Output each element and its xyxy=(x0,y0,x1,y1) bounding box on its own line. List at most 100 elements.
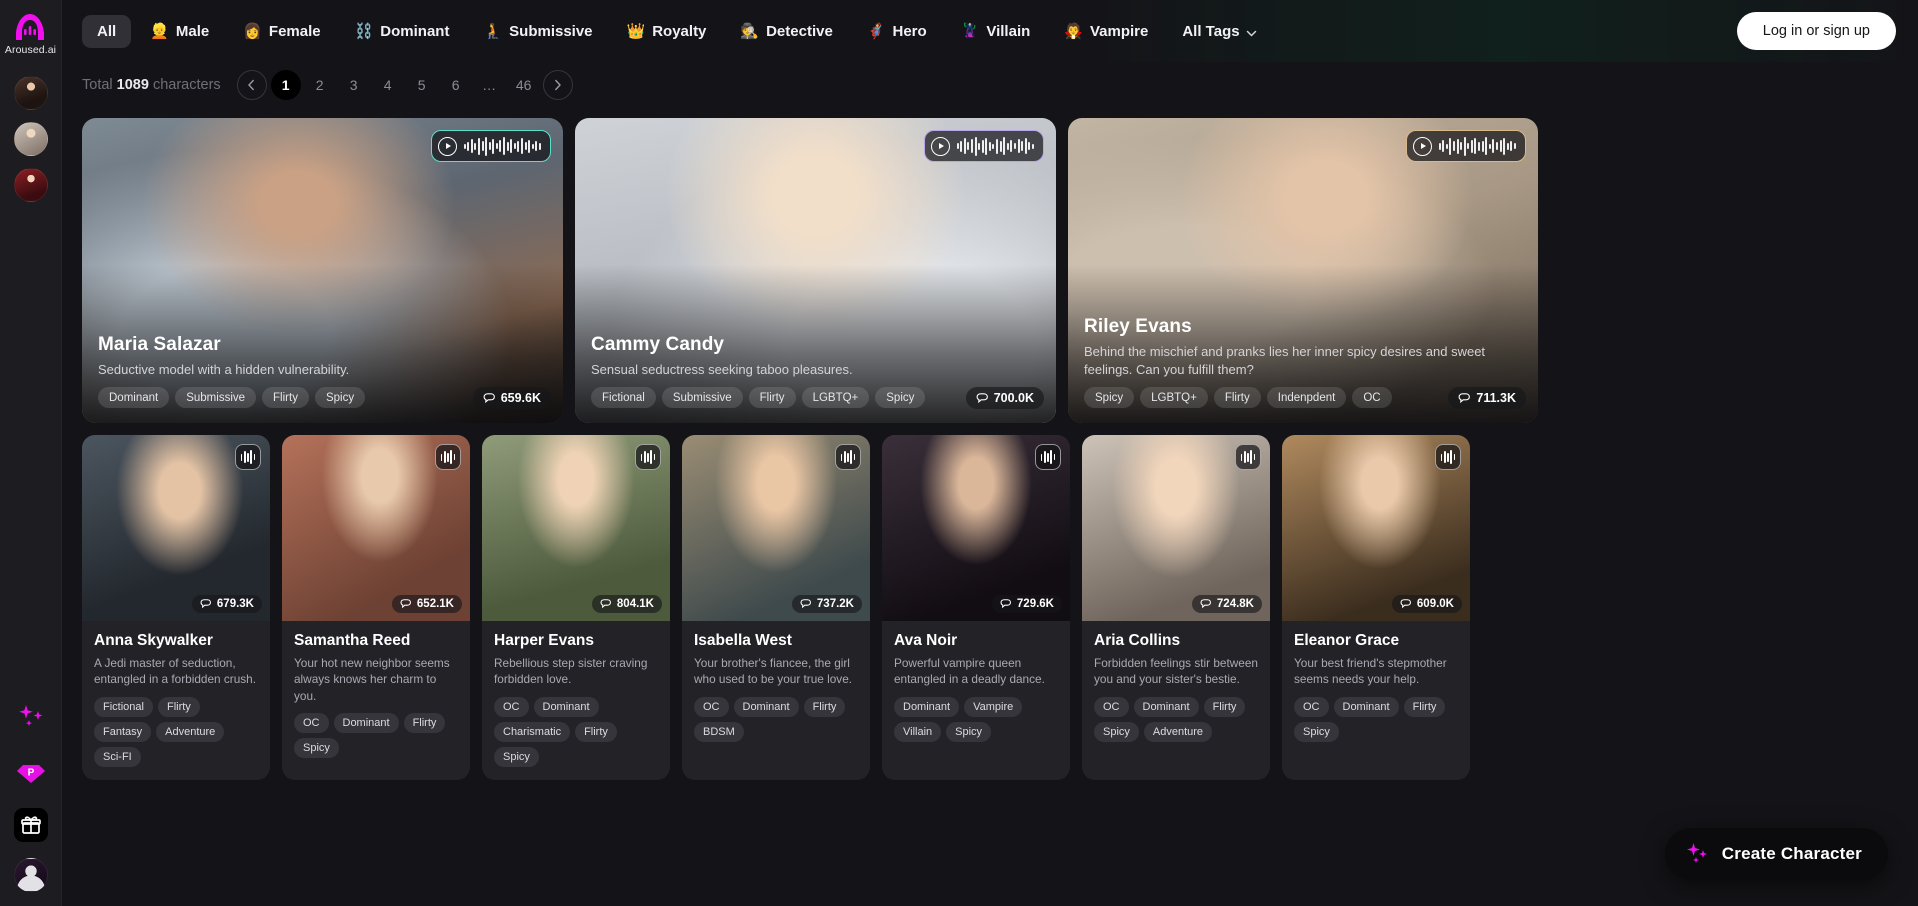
tag[interactable]: Flirty xyxy=(262,387,309,408)
tag[interactable]: Fictional xyxy=(94,696,153,717)
featured-card[interactable]: Riley Evans Behind the mischief and pran… xyxy=(1068,118,1538,423)
tag[interactable]: Spicy xyxy=(294,737,339,758)
tag[interactable]: Dominant xyxy=(98,387,170,408)
tag[interactable]: Spicy xyxy=(494,746,539,767)
tag[interactable]: OC xyxy=(694,696,729,717)
user-avatar-icon[interactable] xyxy=(13,858,48,892)
tag[interactable]: BDSM xyxy=(694,721,744,742)
page-1[interactable]: 1 xyxy=(270,70,301,100)
page-4[interactable]: 4 xyxy=(373,70,403,100)
character-card[interactable]: 737.2K Isabella West Your brother's fian… xyxy=(682,435,870,780)
tag[interactable]: Dominant xyxy=(533,696,599,717)
featured-card[interactable]: Cammy Candy Sensual seductress seeking t… xyxy=(575,118,1056,423)
tag[interactable]: OC xyxy=(1094,696,1129,717)
chevron-right-icon[interactable] xyxy=(542,70,573,100)
featured-card[interactable]: Maria Salazar Seductive model with a hid… xyxy=(82,118,563,423)
tag[interactable]: Flirty xyxy=(1213,387,1261,408)
page-5[interactable]: 5 xyxy=(407,70,437,100)
tag[interactable]: Fictional xyxy=(591,387,656,408)
audio-icon[interactable] xyxy=(1235,444,1261,470)
page-3[interactable]: 3 xyxy=(339,70,369,100)
tab-submissive[interactable]: 🧎 Submissive xyxy=(468,15,607,48)
tab-dominant[interactable]: ⛓️ Dominant xyxy=(340,15,465,48)
tag[interactable]: Flirty xyxy=(803,696,846,717)
tag[interactable]: Submissive xyxy=(661,387,743,408)
tab-royalty[interactable]: 👑 Royalty xyxy=(612,15,722,48)
create-character-button[interactable]: Create Character xyxy=(1664,828,1888,880)
tab-villain[interactable]: 🦹 Villain xyxy=(946,15,1046,48)
tag[interactable]: LGBTQ+ xyxy=(801,387,870,408)
tag[interactable]: OC xyxy=(494,696,529,717)
audio-player-widget[interactable] xyxy=(430,130,551,162)
audio-player-widget[interactable] xyxy=(1405,130,1526,162)
page-2[interactable]: 2 xyxy=(305,70,335,100)
character-card[interactable]: 729.6K Ava Noir Powerful vampire queen e… xyxy=(882,435,1070,780)
tag[interactable]: Charismatic xyxy=(494,721,571,742)
character-card[interactable]: 804.1K Harper Evans Rebellious step sist… xyxy=(482,435,670,780)
tag[interactable]: Vampire xyxy=(964,696,1023,717)
tag[interactable]: Flirty xyxy=(157,696,200,717)
sparkles-icon[interactable] xyxy=(11,696,51,736)
character-card[interactable]: 724.8K Aria Collins Forbidden feelings s… xyxy=(1082,435,1270,780)
rail-avatar-2[interactable] xyxy=(13,122,48,156)
tag[interactable]: Flirty xyxy=(1203,696,1246,717)
tab-all[interactable]: All xyxy=(82,14,132,48)
page-46[interactable]: 46 xyxy=(509,70,539,100)
rail-avatar-1[interactable] xyxy=(13,76,48,110)
play-icon[interactable] xyxy=(1412,136,1432,156)
audio-icon[interactable] xyxy=(1435,444,1461,470)
tag[interactable]: Indenpdent xyxy=(1266,387,1347,408)
tag[interactable]: Fantasy xyxy=(94,721,152,742)
tag[interactable]: Spicy xyxy=(946,721,992,742)
tag[interactable]: OC xyxy=(294,712,329,733)
tag[interactable]: Adventure xyxy=(1143,721,1213,742)
audio-icon[interactable] xyxy=(435,444,461,470)
audio-icon[interactable] xyxy=(635,444,661,470)
rail-avatar-3[interactable] xyxy=(13,168,48,202)
tag[interactable]: Dominant xyxy=(1133,696,1199,717)
premium-diamond-icon[interactable]: P xyxy=(11,752,51,792)
tag[interactable]: Dominant xyxy=(333,712,399,733)
all-tags-dropdown[interactable]: All Tags xyxy=(1167,15,1270,48)
audio-icon[interactable] xyxy=(235,444,261,470)
gift-icon[interactable] xyxy=(13,808,48,842)
tag[interactable]: LGBTQ+ xyxy=(1140,387,1208,408)
tag[interactable]: Spicy xyxy=(875,387,926,408)
chevron-left-icon[interactable] xyxy=(236,70,267,100)
tag[interactable]: Villain xyxy=(894,721,942,742)
tag[interactable]: Dominant xyxy=(894,696,960,717)
tag[interactable]: Flirty xyxy=(575,721,617,742)
tag[interactable]: Flirty xyxy=(403,712,446,733)
tag[interactable]: Flirty xyxy=(748,387,796,408)
tab-label: Male xyxy=(175,22,210,40)
tag[interactable]: Dominant xyxy=(1333,696,1399,717)
character-card[interactable]: 609.0K Eleanor Grace Your best friend's … xyxy=(1282,435,1470,780)
page-6[interactable]: 6 xyxy=(441,70,471,100)
tag[interactable]: OC xyxy=(1352,387,1392,408)
login-signup-button[interactable]: Log in or sign up xyxy=(1736,12,1896,50)
tag[interactable]: Submissive xyxy=(175,387,257,408)
play-icon[interactable] xyxy=(437,136,457,156)
tag[interactable]: Dominant xyxy=(733,696,799,717)
tab-vampire[interactable]: 🧛 Vampire xyxy=(1049,15,1163,48)
tab-female[interactable]: 👩 Female xyxy=(228,15,335,48)
tab-detective[interactable]: 🕵️ Detective xyxy=(725,15,847,48)
tag[interactable]: Spicy xyxy=(1084,387,1135,408)
character-card[interactable]: 679.3K Anna Skywalker A Jedi master of s… xyxy=(82,435,270,780)
audio-icon[interactable] xyxy=(1035,444,1061,470)
tag[interactable]: Spicy xyxy=(1294,721,1339,742)
tab-male[interactable]: 👱 Male xyxy=(135,15,224,48)
character-card[interactable]: 652.1K Samantha Reed Your hot new neighb… xyxy=(282,435,470,780)
tag[interactable]: Adventure xyxy=(156,721,225,742)
tag[interactable]: Spicy xyxy=(314,387,366,408)
tag[interactable]: Spicy xyxy=(1094,721,1139,742)
tag[interactable]: OC xyxy=(1294,696,1329,717)
audio-icon[interactable] xyxy=(835,444,861,470)
chat-count: 652.1K xyxy=(416,598,454,610)
tag[interactable]: Flirty xyxy=(1403,696,1446,717)
play-icon[interactable] xyxy=(930,136,950,156)
audio-player-widget[interactable] xyxy=(923,130,1044,162)
brand-logo[interactable]: Aroused.ai xyxy=(5,12,56,56)
tag[interactable]: Sci-FI xyxy=(94,746,141,767)
tab-hero[interactable]: 🦸 Hero xyxy=(852,15,942,48)
